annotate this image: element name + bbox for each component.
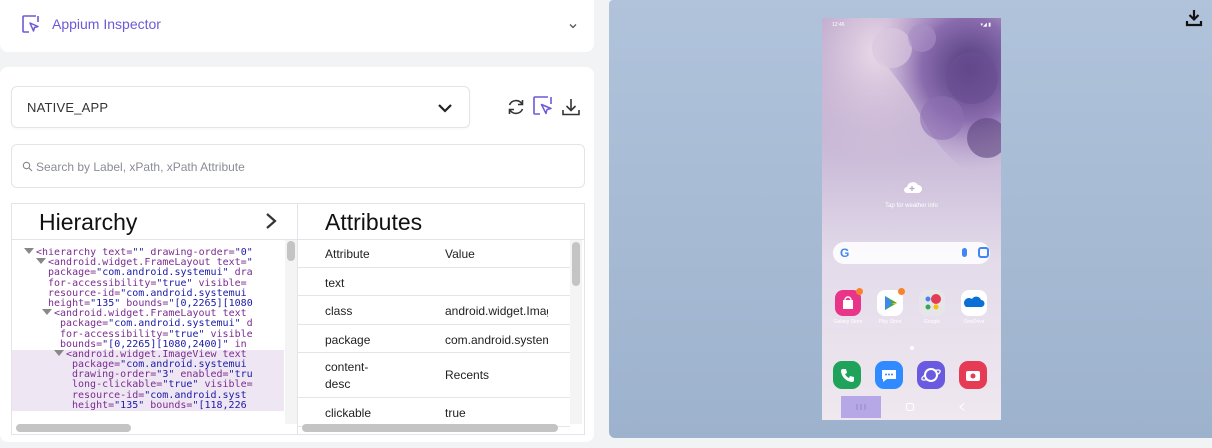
hierarchy-scrollbar-track (285, 240, 297, 424)
internet-icon (921, 368, 941, 382)
inspector-panel: NATIVE_APP Hierarchy <hierarchy text=" (0, 67, 594, 442)
attribute-value: true (445, 406, 466, 420)
tree-text: height= (72, 399, 115, 411)
chevron-right-icon[interactable] (264, 212, 278, 230)
recents-button-highlight[interactable] (841, 396, 881, 418)
galaxy-store-icon (835, 288, 863, 316)
divider (12, 239, 297, 240)
expand-toggle-icon[interactable] (54, 349, 64, 356)
inspector-header[interactable]: Appium Inspector (0, 0, 594, 52)
phone-icon (841, 369, 854, 382)
attributes-vertical-scrollbar[interactable] (572, 242, 580, 286)
dock-phone[interactable] (833, 361, 861, 389)
attribute-value: com.android.systemui (445, 333, 548, 347)
context-select[interactable]: NATIVE_APP (11, 86, 470, 128)
search-input[interactable] (36, 157, 536, 177)
app-google[interactable]: Google (914, 290, 950, 325)
attributes-horizontal-scrollbar[interactable] (302, 424, 558, 432)
dock-messages[interactable] (875, 361, 903, 389)
messages-icon (882, 370, 896, 382)
lens-icon (978, 247, 989, 258)
app-play-store[interactable]: Play Store (872, 288, 908, 325)
dock-internet[interactable] (917, 361, 945, 389)
chevron-down-icon (438, 104, 452, 113)
search-icon (22, 161, 33, 172)
context-select-value: NATIVE_APP (27, 100, 109, 115)
expand-toggle-icon[interactable] (24, 248, 34, 254)
column-header-attribute: Attribute (325, 247, 370, 261)
attribute-key: content-desc (325, 360, 369, 391)
notification-badge (898, 288, 905, 295)
attributes-table: Attribute Value text class android.widget.… (298, 240, 570, 427)
google-search-bar[interactable]: G (833, 242, 990, 264)
select-element-icon[interactable] (532, 95, 554, 117)
hierarchy-tree[interactable]: <hierarchy text="" drawing-order="0" <and… (12, 248, 284, 424)
weather-text: Tap for weather info (885, 203, 938, 209)
refresh-icon[interactable] (505, 96, 527, 118)
attribute-value: Recents (445, 368, 490, 382)
android-nav-bar (822, 394, 1001, 420)
page-indicator (910, 346, 914, 350)
app-label: Galaxy Store (833, 319, 863, 325)
attributes-header-row: Attribute Value (298, 240, 570, 268)
camera-icon (966, 371, 980, 381)
app-label: OneDrive (963, 319, 985, 325)
google-folder-icon (919, 290, 945, 316)
attribute-row-clickable[interactable]: clickable true (298, 398, 570, 427)
attributes-title: Attributes (325, 209, 423, 235)
recents-icon (856, 404, 866, 410)
hierarchy-title: Hierarchy (39, 209, 138, 235)
attribute-row-text[interactable]: text (298, 268, 570, 296)
app-galaxy-store[interactable]: Galaxy Store (830, 288, 866, 325)
hierarchy-panel: Hierarchy <hierarchy text="" drawing-ord… (11, 203, 298, 435)
onedrive-icon (961, 290, 987, 316)
attribute-key: class (325, 304, 353, 318)
attribute-key: clickable (325, 406, 372, 420)
app-label: Google (923, 319, 941, 325)
dock-camera[interactable] (959, 361, 987, 389)
google-logo: G (840, 246, 850, 260)
hierarchy-horizontal-scrollbar[interactable] (16, 424, 131, 432)
inspector-cursor-icon (22, 15, 39, 33)
tree-node-line[interactable]: height="135" bounds="[118,226 (12, 399, 284, 411)
notification-badge (856, 288, 863, 295)
tree-text: bounds= (144, 399, 193, 411)
mic-icon (962, 248, 967, 257)
attribute-row-class[interactable]: class android.widget.ImageView (298, 296, 570, 325)
tree-text: "135" (114, 399, 145, 411)
download-icon[interactable] (560, 96, 582, 118)
attribute-row-package[interactable]: package com.android.systemui (298, 325, 570, 353)
app-title: Appium Inspector (52, 16, 161, 32)
chevron-down-icon[interactable] (567, 20, 579, 32)
expand-toggle-icon[interactable] (42, 309, 52, 316)
attribute-row-content-desc[interactable]: content-desc Recents (298, 353, 570, 398)
status-bar: 12:46 ▾◢ ▮ (822, 21, 1001, 31)
weather-widget[interactable]: Tap for weather info (822, 180, 1001, 209)
download-screenshot-icon[interactable] (1185, 9, 1203, 27)
wallpaper-image (822, 18, 1001, 248)
attribute-value: android.widget.ImageView (445, 304, 548, 318)
tree-text: "[118,226 (192, 399, 247, 411)
cloud-icon (903, 182, 922, 193)
status-time: 12:46 (832, 22, 845, 28)
search-field[interactable] (11, 144, 585, 188)
app-label: Play Store (878, 319, 902, 325)
column-header-value: Value (445, 247, 475, 261)
hierarchy-vertical-scrollbar[interactable] (287, 241, 295, 261)
home-icon[interactable] (905, 402, 915, 412)
status-icons: ▾◢ ▮ (980, 22, 992, 28)
attributes-panel: Attributes Attribute Value text class andr… (298, 203, 585, 435)
attribute-key: package (325, 333, 371, 347)
back-icon[interactable] (957, 402, 967, 412)
expand-toggle-icon[interactable] (36, 258, 46, 265)
attribute-key: text (325, 276, 345, 290)
play-store-icon (877, 288, 905, 316)
device-screenshot[interactable]: 12:46 ▾◢ ▮ Tap for weather info G Galaxy… (822, 18, 1001, 420)
app-onedrive[interactable]: OneDrive (956, 290, 992, 325)
